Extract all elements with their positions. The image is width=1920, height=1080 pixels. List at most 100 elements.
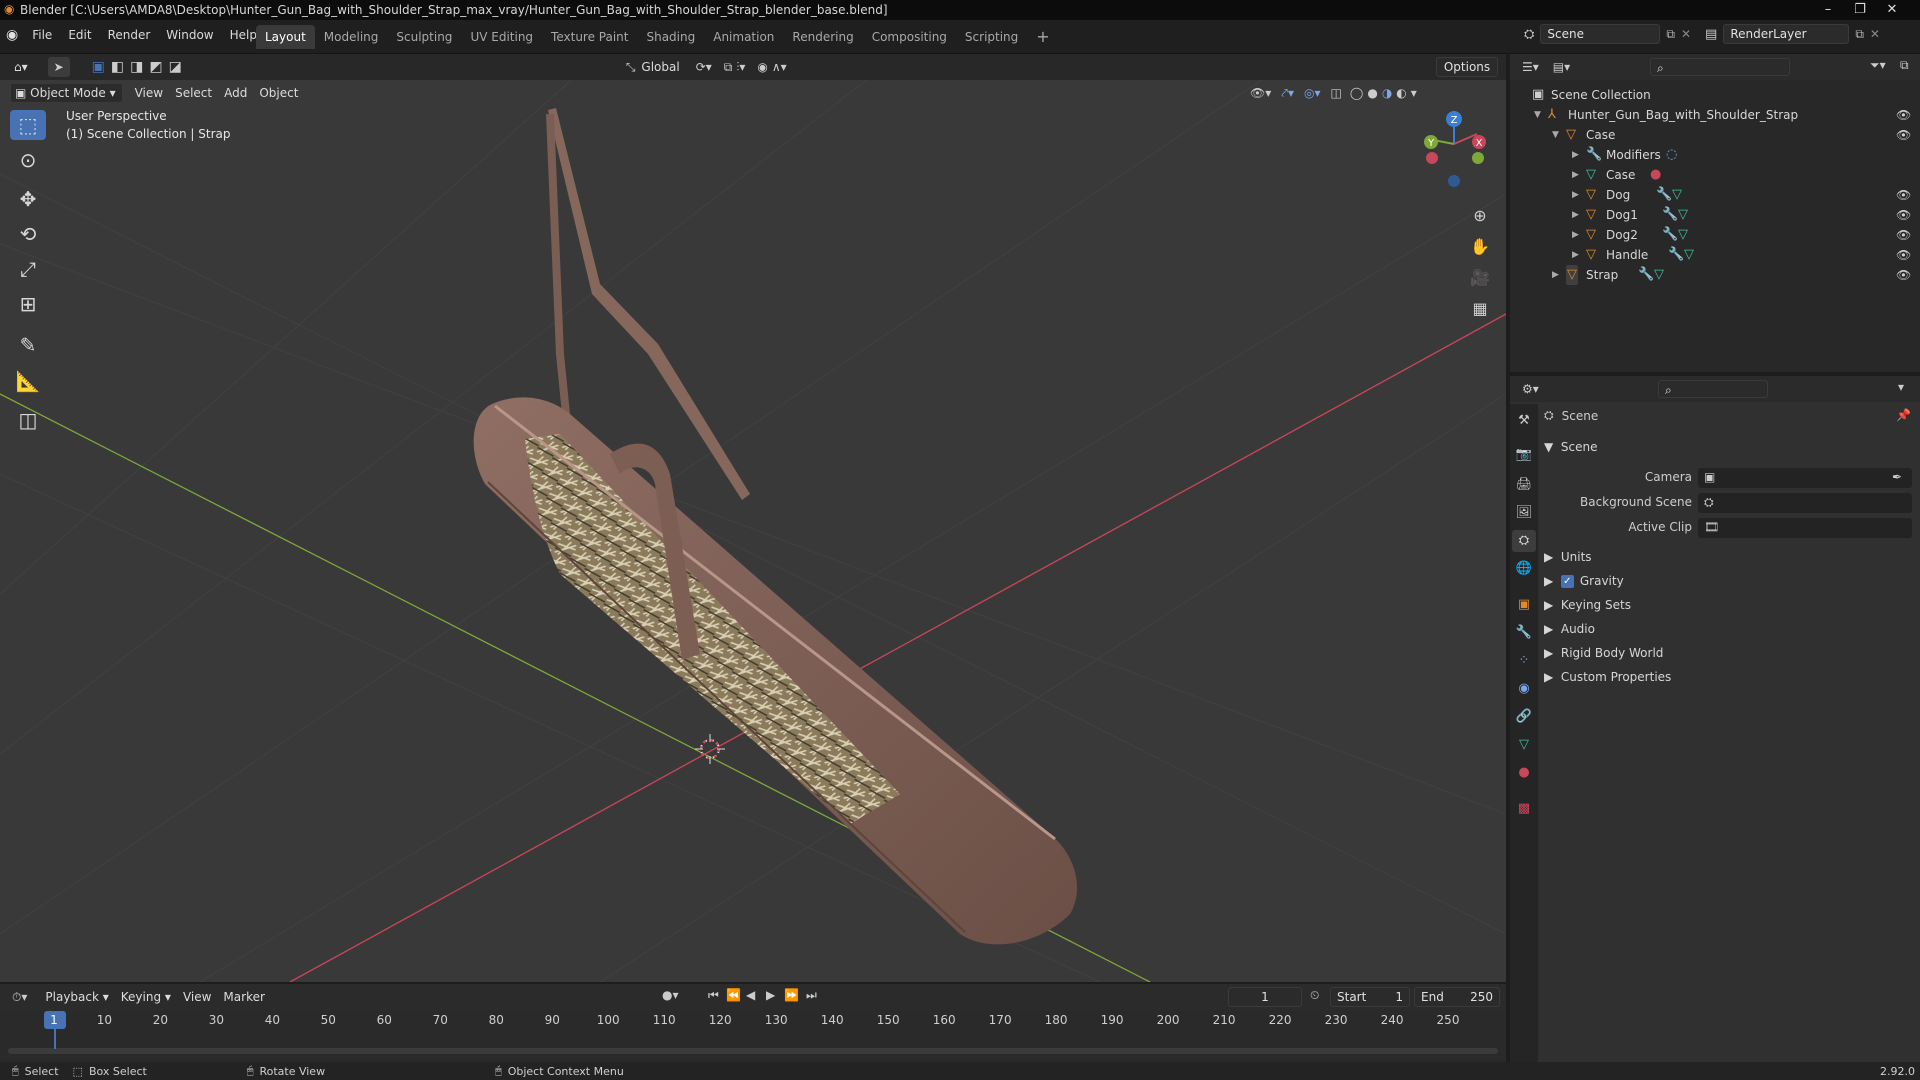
menu-window[interactable]: Window [158,23,221,47]
play-icon[interactable]: ▶ [766,988,775,1002]
timeline-editor-icon[interactable]: ⏱▾ [12,990,27,1005]
expand-arrow-icon[interactable]: ▼ [1534,105,1541,125]
add-cube-tool-icon[interactable]: ◫ [10,405,46,435]
audio-panel[interactable]: ▶ Audio [1544,622,1595,636]
texture-tab-icon[interactable]: ▩ [1512,798,1536,820]
material-tab-icon[interactable]: ● [1512,762,1536,784]
outliner-item-case[interactable]: ▼ ▽ Case 👁 [1510,125,1920,145]
select-box-tool-icon[interactable]: ⬚ [10,110,46,140]
outliner-item-dog[interactable]: ▶ ▽ Dog 🔧 ▽ 👁 [1510,185,1920,205]
viewport-menu-object[interactable]: Object [253,82,304,104]
timeline-menu-view[interactable]: View [177,986,217,1008]
rigid-body-world-panel[interactable]: ▶ Rigid Body World [1544,646,1663,660]
prev-keyframe-icon[interactable]: ⏪ [726,988,741,1002]
view-layer-icon[interactable]: ▤ [1705,27,1717,42]
outliner-editor-icon[interactable]: ☰▾ [1522,60,1539,74]
viewport-menu-view[interactable]: View [129,82,169,104]
menu-edit[interactable]: Edit [60,23,99,47]
tab-layout[interactable]: Layout [256,25,315,49]
maximize-icon[interactable]: ❐ [1844,0,1876,20]
mode-intersect-icon[interactable]: ◪ [169,59,182,75]
modifier-tab-icon[interactable]: 🔧 [1512,622,1536,644]
outliner-item-root-object[interactable]: ▼ ⅄ Hunter_Gun_Bag_with_Shoulder_Strap 👁 [1510,105,1920,125]
units-panel[interactable]: ▶ Units [1544,550,1592,564]
new-layer-icon[interactable]: ⧉ [1855,27,1864,42]
xray-icon[interactable]: ◫ [1331,86,1342,100]
snap-target-icon[interactable]: ⫶▾ [736,60,745,75]
visibility-icon[interactable]: 👁▾ [1250,86,1271,100]
outliner-item-strap[interactable]: ▶ ▽ Strap 🔧 ▽ 👁 [1510,265,1920,285]
current-frame-field[interactable]: 1 [1228,987,1302,1007]
scene-name-field[interactable]: Scene [1540,24,1661,44]
timeline-menu-marker[interactable]: Marker [217,986,270,1008]
rendered-shading-icon[interactable]: ◐ [1396,86,1406,100]
record-icon[interactable]: ●▾ [662,988,679,1002]
collapse-arrow-icon[interactable]: ▶ [1552,265,1559,285]
jump-end-icon[interactable]: ⏭ [806,988,817,1003]
viewport-menu-add[interactable]: Add [218,82,253,104]
move-tool-icon[interactable]: ✥ [10,184,46,214]
collapse-arrow-icon[interactable]: ▶ [1572,245,1579,265]
close-icon[interactable]: ✕ [1876,0,1908,20]
timeline-menu-keying[interactable]: Keying ▾ [115,986,177,1008]
eye-icon[interactable]: 👁 [1896,185,1911,205]
orthographic-grid-icon[interactable]: ▦ [1465,294,1495,324]
eye-icon[interactable]: 👁 [1896,105,1911,125]
start-frame-field[interactable]: Start 1 [1330,987,1410,1007]
new-scene-icon[interactable]: ⧉ [1666,27,1675,42]
object-mode-dropdown[interactable]: ▣ Object Mode ▾ [10,83,123,103]
mode-subtract-icon[interactable]: ◨ [130,59,143,75]
tab-shading[interactable]: Shading [637,25,704,49]
filter-icon[interactable]: ⏷▾ [1870,58,1886,73]
tab-uv-editing[interactable]: UV Editing [461,25,542,49]
options-dropdown[interactable]: Options [1436,57,1498,77]
outliner-scene-collection[interactable]: ▣ Scene Collection [1510,85,1920,105]
proportional-editing-icon[interactable]: ◉ [757,60,767,74]
eye-icon[interactable]: 👁 [1896,225,1911,245]
scale-tool-icon[interactable]: ⤢ [10,254,46,284]
outliner-item-case-mesh[interactable]: ▶ ▽ Case ● [1510,165,1920,185]
add-workspace-button[interactable]: + [1027,25,1058,49]
tab-modeling[interactable]: Modeling [315,25,388,49]
minimize-icon[interactable]: – [1812,0,1844,20]
world-tab-icon[interactable]: 🌐 [1512,558,1536,580]
display-mode-icon[interactable]: ▤▾ [1553,60,1570,74]
snap-icon[interactable]: ⧉ [724,60,733,75]
properties-options-icon[interactable]: ▾ [1898,380,1904,394]
viewport-menu-select[interactable]: Select [169,82,218,104]
outliner-item-handle[interactable]: ▶ ▽ Handle 🔧 ▽ 👁 [1510,245,1920,265]
eyedropper-icon[interactable]: ✒ [1892,470,1902,484]
camera-field[interactable]: ▣ ✒ [1698,468,1912,488]
3d-viewport[interactable]: Z X Y ⊕ ✋ 🎥 ▦ [0,54,1506,982]
jump-start-icon[interactable]: ⏮ [708,988,719,1003]
navigation-gizmo[interactable]: Z X Y [1424,111,1486,187]
menu-file[interactable]: File [24,23,60,47]
wireframe-shading-icon[interactable]: ◯ [1350,86,1363,100]
solid-shading-icon[interactable]: ● [1367,86,1377,100]
mode-extend-icon[interactable]: ◧ [111,59,124,75]
annotate-tool-icon[interactable]: ✎ [10,330,46,360]
constraints-tab-icon[interactable]: 🔗 [1512,706,1536,728]
falloff-icon[interactable]: ∧▾ [772,60,787,74]
pin-icon[interactable]: 📌 [1896,408,1911,422]
eye-icon[interactable]: 👁 [1896,265,1911,285]
gravity-panel[interactable]: ▶ ✓ Gravity [1544,574,1624,588]
eye-icon[interactable]: 👁 [1896,245,1911,265]
menu-render[interactable]: Render [100,23,159,47]
camera-view-icon[interactable]: 🎥 [1465,263,1495,293]
active-clip-field[interactable]: 🎞 [1698,518,1912,538]
select-tool-icon[interactable]: ➤ [47,57,70,77]
outliner-item-dog1[interactable]: ▶ ▽ Dog1 🔧 ▽ 👁 [1510,205,1920,225]
data-tab-icon[interactable]: ▽ [1512,734,1536,756]
collapse-arrow-icon[interactable]: ▶ [1572,205,1579,225]
tab-scripting[interactable]: Scripting [956,25,1027,49]
outliner-item-dog2[interactable]: ▶ ▽ Dog2 🔧 ▽ 👁 [1510,225,1920,245]
end-frame-field[interactable]: End 250 [1414,987,1500,1007]
eye-icon[interactable]: 👁 [1896,125,1911,145]
tab-compositing[interactable]: Compositing [863,25,956,49]
collapse-arrow-icon[interactable]: ▶ [1572,145,1579,165]
zoom-icon[interactable]: ⊕ [1465,201,1495,231]
cursor-tool-icon[interactable]: ⊙ [10,145,46,175]
timeline-menu-playback[interactable]: Playback ▾ [39,986,114,1008]
collapse-arrow-icon[interactable]: ▶ [1572,185,1579,205]
